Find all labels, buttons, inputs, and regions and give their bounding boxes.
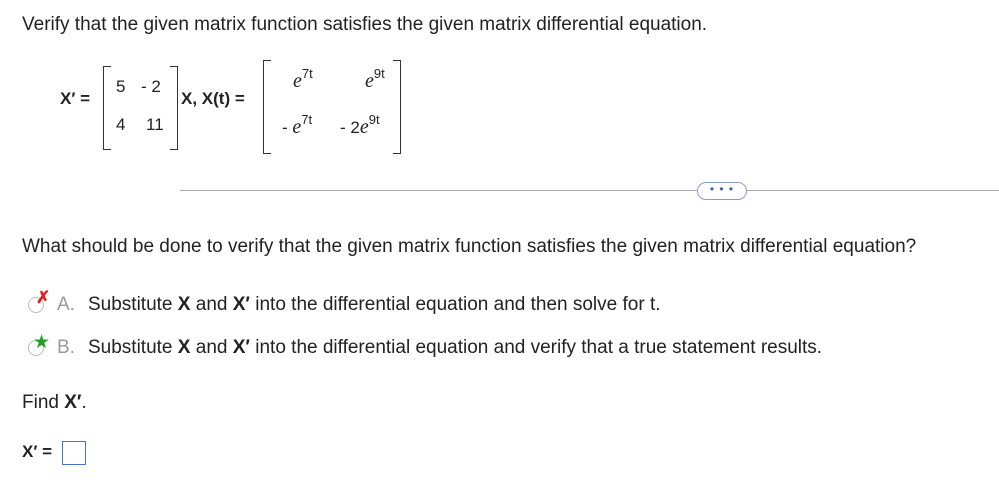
xt-cell-r2c2: - 2e9t — [340, 112, 380, 138]
xt-matrix-right-bracket — [393, 60, 401, 154]
option-letter: A. — [57, 294, 75, 315]
prompt-text: What should be done to verify that the g… — [22, 236, 917, 257]
show-more-button[interactable]: • • • — [697, 182, 747, 200]
section-divider — [180, 190, 999, 191]
coef-matrix-left-bracket — [103, 66, 111, 150]
coef-matrix-right-bracket — [170, 66, 178, 150]
answer-label: X′ = — [22, 442, 53, 461]
correct-star-icon: ★ — [33, 332, 51, 353]
option-letter: B. — [57, 337, 75, 358]
answer-input[interactable] — [62, 441, 86, 465]
incorrect-x-icon: ✗ — [36, 288, 51, 307]
coef-cell-r1c1: 5 — [116, 77, 126, 96]
xt-cell-r2c1: - e7t — [282, 112, 313, 138]
option-text: Substitute X and X′ into the differentia… — [88, 294, 661, 315]
option-a[interactable]: ✗ A. Substitute X and X′ into the differ… — [22, 288, 722, 320]
xt-cell-r1c2: e9t — [365, 66, 385, 92]
option-b[interactable]: ★ B. Substitute X and X′ into the differ… — [22, 332, 882, 363]
xt-cell-r1c1: e7t — [293, 66, 313, 92]
coef-cell-r2c2: 11 — [146, 115, 164, 134]
option-text: Substitute X and X′ into the differentia… — [88, 337, 823, 358]
xprime-label: X′ = — [60, 89, 91, 108]
find-instruction: Find X′. — [22, 392, 87, 413]
question-text: Verify that the given matrix function sa… — [22, 14, 708, 35]
xt-matrix-left-bracket — [263, 60, 271, 154]
x-function-label: X, X(t) = — [181, 89, 245, 108]
coef-cell-r2c1: 4 — [116, 115, 126, 134]
coef-cell-r1c2: - 2 — [141, 77, 161, 96]
equation: X′ = 5 - 2 4 11 X, X(t) = e7t e9t - e7t … — [0, 56, 999, 156]
